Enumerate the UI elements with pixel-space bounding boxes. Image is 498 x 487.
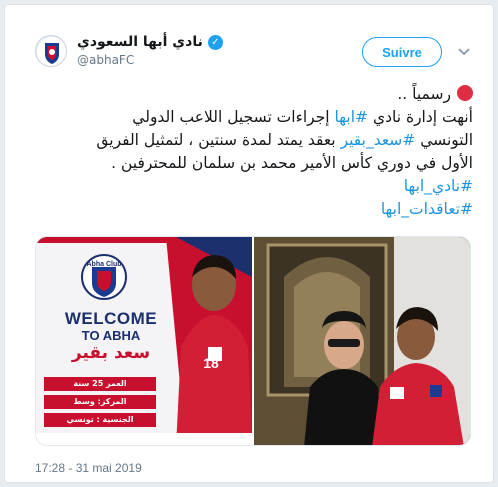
tweet-line-3-end: بعقد يمتد لمدة سنتين ، لتمثيل الفريق [96,131,341,149]
hashtag-nadi-abha[interactable]: #نادي_ابها [33,175,473,198]
follow-button[interactable]: Suivre [362,37,442,67]
account-name-row: نادي أبها السعودي ✓ [77,34,223,50]
poster-nationality: الجنسية : تونسي [66,415,134,424]
tweet-line-3: التونسي #سعد_بقير بعقد يمتد لمدة سنتين ،… [33,129,473,152]
welcome-poster-image[interactable]: Abha Club WELCOME TO ABHA سعد بقير العمر… [36,237,252,445]
poster-age: العمر 25 سنة [73,379,127,388]
display-name[interactable]: نادي أبها السعودي [77,34,203,50]
hashtag-taaqudat-abha[interactable]: #تعاقدات_ابها [33,198,473,221]
tweet-line-2-start: أنهت إدارة نادي [368,108,473,126]
tweet-line-4: الأول في دوري كأس الأمير محمد بن سلمان ل… [111,154,473,172]
tweet-timestamp[interactable]: 17:28 - 31 mai 2019 [35,461,142,475]
poster-position: المركز: وسط [73,397,127,406]
tweet-line-1-text: رسمياً .. [397,85,451,103]
chevron-down-icon[interactable] [457,45,471,59]
tweet-text: رسمياً .. أنهت إدارة نادي #ابها إجراءات … [33,83,473,221]
signing-photo-image[interactable] [254,237,470,445]
poster-club-logo-label: Abha Club [86,261,122,268]
poster-welcome: WELCOME [64,309,158,328]
hashtag-player[interactable]: #سعد_بقير [341,131,416,149]
tweet-media[interactable]: Abha Club WELCOME TO ABHA سعد بقير العمر… [35,236,471,446]
poster-jersey-number: 18 [203,355,219,371]
verified-badge-icon: ✓ [207,34,223,50]
hashtag-abha[interactable]: #ابها [335,108,368,126]
abha-club-logo-icon[interactable] [35,35,67,67]
red-circle-icon [457,85,473,101]
tweet-line-2: أنهت إدارة نادي #ابها إجراءات تسجيل اللا… [33,106,473,129]
poster-player-name: سعد بقير [71,343,151,363]
tweet-line-1: رسمياً .. [33,83,473,106]
poster-to-abha: TO ABHA [81,328,141,343]
account-handle[interactable]: @abhaFC [77,53,134,67]
tweet-line-2-end: إجراءات تسجيل اللاعب الدولي [132,108,335,126]
tweet-line-3-start: التونسي [415,131,473,149]
tweet-card: نادي أبها السعودي ✓ @abhaFC Suivre رسميا… [4,4,494,483]
